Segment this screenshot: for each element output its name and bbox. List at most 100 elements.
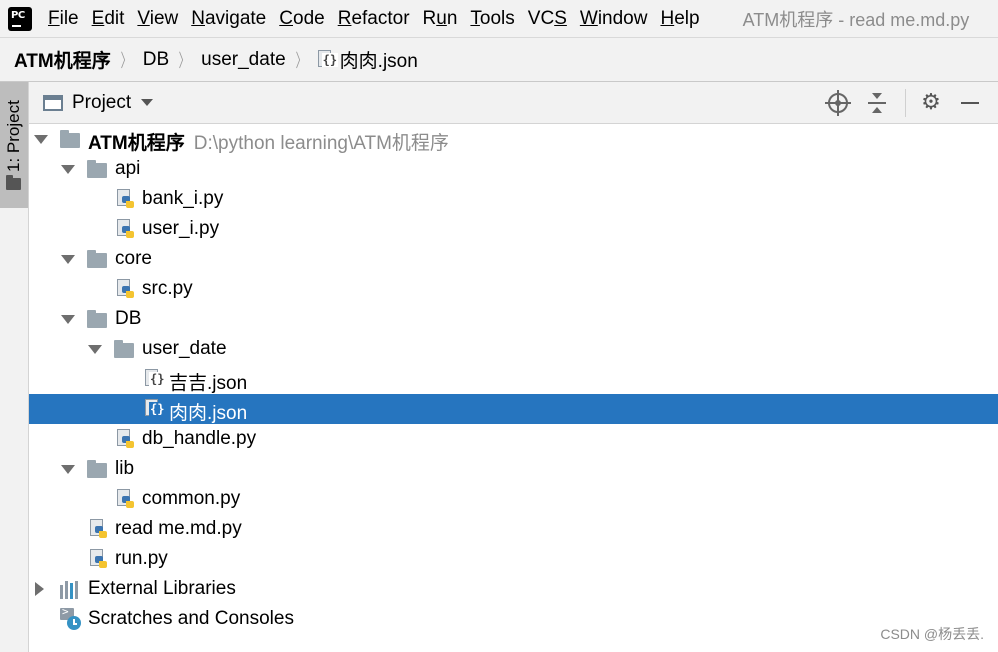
breadcrumb-item-user-date[interactable]: user_date xyxy=(201,49,286,71)
tree-row-core[interactable]: core xyxy=(29,244,998,274)
tree-label-db: DB xyxy=(115,308,142,329)
project-tool-tab[interactable]: 1: Project xyxy=(0,82,28,208)
menu-bar: PC File Edit View Navigate Code Refactor… xyxy=(0,0,998,37)
expand-arrow-icon[interactable] xyxy=(34,135,48,144)
python-file-icon xyxy=(117,219,135,239)
menu-file[interactable]: File xyxy=(48,8,79,30)
breadcrumb: ATM机程序 〉 DB 〉 user_date 〉 {} 肉肉.json xyxy=(0,37,998,82)
folder-icon xyxy=(6,175,21,190)
tree-row-db[interactable]: DB xyxy=(29,304,998,334)
tree-row-api[interactable]: api xyxy=(29,154,998,184)
settings-button[interactable]: ⚙ xyxy=(920,92,942,114)
tree-label-root: ATM机程序 D:\python learning\ATM机程序 xyxy=(88,133,449,154)
project-tree: ATM机程序 D:\python learning\ATM机程序 api bank… xyxy=(29,124,998,652)
menu-vcs[interactable]: VCS xyxy=(528,8,567,30)
menu-edit[interactable]: Edit xyxy=(92,8,125,30)
project-window-icon xyxy=(43,94,63,111)
python-file-icon xyxy=(117,429,135,449)
folder-icon xyxy=(60,130,80,148)
breadcrumb-separator-icon: 〉 xyxy=(120,50,132,71)
menu-code[interactable]: Code xyxy=(279,8,324,30)
tree-row-bank-i[interactable]: bank_i.py xyxy=(29,184,998,214)
locate-file-button[interactable] xyxy=(825,90,851,116)
breadcrumb-item-file[interactable]: 肉肉.json xyxy=(340,46,418,73)
python-file-icon xyxy=(90,519,108,539)
python-file-icon xyxy=(117,489,135,509)
breadcrumb-item-db[interactable]: DB xyxy=(143,49,169,71)
tree-label-common: common.py xyxy=(142,488,241,509)
breadcrumb-item-project[interactable]: ATM机程序 xyxy=(14,46,111,73)
python-file-icon xyxy=(117,279,135,299)
tree-label-db-handle: db_handle.py xyxy=(142,428,257,449)
menu-tools[interactable]: Tools xyxy=(470,8,514,30)
menu-navigate[interactable]: Navigate xyxy=(191,8,266,30)
folder-icon xyxy=(87,160,107,178)
folder-icon xyxy=(87,460,107,478)
tree-label-core: core xyxy=(115,248,152,269)
breadcrumb-separator-icon: 〉 xyxy=(295,50,307,71)
chevron-down-icon[interactable] xyxy=(141,99,154,106)
tree-row-scratches[interactable]: Scratches and Consoles xyxy=(29,604,998,634)
collapse-all-icon xyxy=(867,93,887,113)
tree-label-readme: read me.md.py xyxy=(115,518,242,539)
expand-arrow-icon[interactable] xyxy=(88,345,102,354)
tree-label-user-i: user_i.py xyxy=(142,218,220,239)
expand-arrow-icon[interactable] xyxy=(61,315,75,324)
json-file-icon: {} xyxy=(317,49,340,70)
json-file-icon: {} xyxy=(145,399,166,419)
tree-label-jiji-json: 吉吉.json xyxy=(169,373,248,394)
scratches-icon xyxy=(60,605,82,630)
tree-row-readme[interactable]: read me.md.py xyxy=(29,514,998,544)
tree-label-api: api xyxy=(115,158,141,179)
tree-row-user-i[interactable]: user_i.py xyxy=(29,214,998,244)
pycharm-logo-icon: PC xyxy=(6,4,34,33)
hide-panel-button[interactable] xyxy=(959,92,981,114)
left-tool-strip: 1: Project xyxy=(0,82,29,652)
library-icon xyxy=(60,579,82,599)
tree-row-lib[interactable]: lib xyxy=(29,454,998,484)
tree-label-external-libraries: External Libraries xyxy=(88,578,236,599)
tree-row-common[interactable]: common.py xyxy=(29,484,998,514)
expand-arrow-icon[interactable] xyxy=(35,582,44,596)
minimize-icon xyxy=(961,102,979,104)
expand-arrow-icon[interactable] xyxy=(61,255,75,264)
tree-row-db-handle[interactable]: db_handle.py xyxy=(29,424,998,454)
root-path: D:\python learning\ATM机程序 xyxy=(193,133,449,154)
python-file-icon xyxy=(117,189,135,209)
menu-view[interactable]: View xyxy=(137,8,178,30)
gear-icon: ⚙ xyxy=(921,90,941,115)
tree-row-user-date[interactable]: user_date xyxy=(29,334,998,364)
folder-icon xyxy=(87,250,107,268)
menu-window[interactable]: Window xyxy=(580,8,648,30)
watermark: CSDN @杨丢丢. xyxy=(880,626,984,642)
project-panel-header: Project ⚙ xyxy=(29,82,998,124)
tree-label-rourou-json: 肉肉.json xyxy=(169,403,248,424)
python-file-icon xyxy=(90,549,108,569)
tree-row-run[interactable]: run.py xyxy=(29,544,998,574)
tree-row-root[interactable]: ATM机程序 D:\python learning\ATM机程序 xyxy=(29,124,998,154)
tree-row-jiji-json[interactable]: {} 吉吉.json xyxy=(29,364,998,394)
breadcrumb-separator-icon: 〉 xyxy=(178,50,190,71)
expand-arrow-icon[interactable] xyxy=(61,165,75,174)
tree-label-bank-i: bank_i.py xyxy=(142,188,224,209)
menu-help[interactable]: Help xyxy=(660,8,699,30)
menu-refactor[interactable]: Refactor xyxy=(338,8,410,30)
tree-label-scratches: Scratches and Consoles xyxy=(88,608,294,629)
header-divider xyxy=(905,89,906,117)
project-panel-title[interactable]: Project xyxy=(72,92,131,114)
expand-arrow-icon[interactable] xyxy=(61,465,75,474)
tree-label-src: src.py xyxy=(142,278,193,299)
folder-icon xyxy=(114,340,134,358)
window-title: ATM机程序 - read me.md.py xyxy=(742,9,970,30)
tree-row-external-libraries[interactable]: External Libraries xyxy=(29,574,998,604)
json-file-icon: {} xyxy=(145,369,166,389)
collapse-all-button[interactable] xyxy=(866,92,888,114)
tree-row-rourou-json[interactable]: {} 肉肉.json xyxy=(29,394,998,424)
tree-label-lib: lib xyxy=(115,458,135,479)
project-tool-tab-label: 1: Project xyxy=(4,100,23,172)
tree-label-user-date: user_date xyxy=(142,338,227,359)
crosshair-icon xyxy=(825,90,851,116)
menu-run[interactable]: Run xyxy=(423,8,458,30)
tree-row-src[interactable]: src.py xyxy=(29,274,998,304)
tree-label-run: run.py xyxy=(115,548,168,569)
